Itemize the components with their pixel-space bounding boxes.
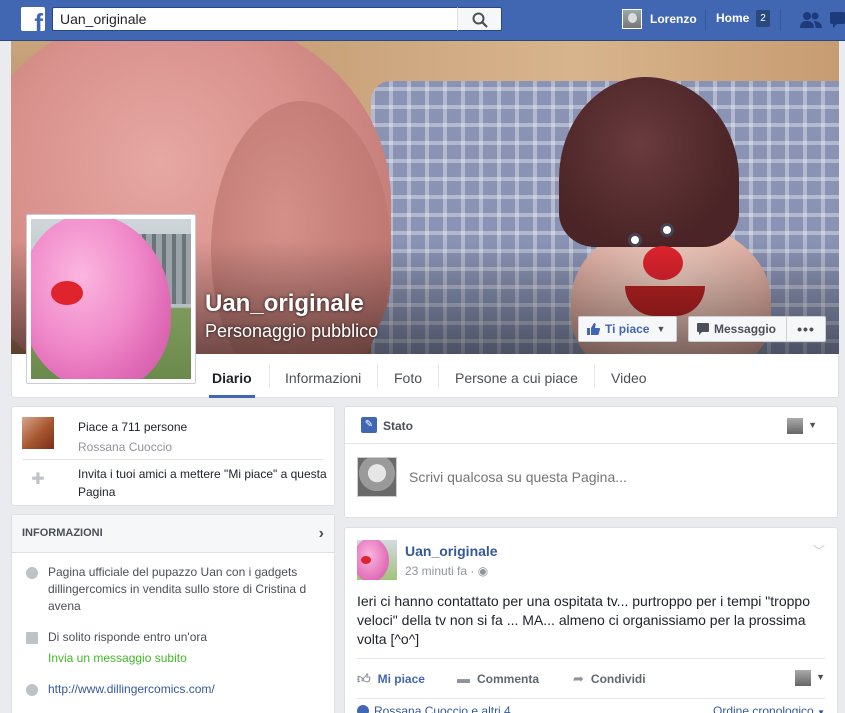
share-button[interactable]: ➦ Condividi [573, 671, 646, 687]
about-card: INFORMAZIONI › Pagina ufficiale del pupa… [11, 514, 335, 713]
about-header[interactable]: INFORMAZIONI › [12, 515, 334, 553]
post-author-avatar[interactable] [357, 540, 397, 580]
user-name: Lorenzo [650, 12, 697, 26]
message-label: Messaggio [714, 322, 777, 336]
divider [705, 9, 706, 31]
tab-diario[interactable]: Diario [212, 370, 252, 386]
chevron-right-icon[interactable]: › [319, 525, 324, 543]
invite-friends-icon: ✚ [31, 471, 45, 488]
search-icon [472, 12, 488, 28]
caret-down-icon: ▼ [656, 324, 666, 334]
post-likes[interactable]: Rossana Cuoccio e altri 4 [357, 704, 511, 713]
divider [269, 364, 270, 388]
like-post-button[interactable]: 👍︎ Mi piace [357, 671, 425, 687]
caret-down-icon[interactable]: ▼ [808, 420, 817, 430]
active-tab-indicator [209, 395, 255, 398]
chevron-down-icon[interactable]: ﹀ [813, 542, 825, 559]
message-icon [697, 323, 709, 335]
status-composer: ✎ Stato ▼ [344, 406, 838, 518]
like-reaction-icon [357, 705, 369, 713]
like-label: Mi piace [377, 672, 425, 686]
post-card: Uan_originale 23 minuti fa · ◉ ﹀ Ieri ci… [344, 527, 838, 713]
divider [438, 364, 439, 388]
more-options-button[interactable]: ••• [786, 316, 826, 342]
comment-order-label: Ordine cronologico [713, 704, 814, 713]
post-time: 23 minuti fa [405, 564, 468, 578]
profile-picture[interactable] [26, 214, 196, 384]
friend-avatar[interactable] [22, 417, 54, 449]
likes-card: Piace a 711 persone Rossana Cuoccio ✚ In… [11, 406, 335, 506]
chat-bubble-icon [26, 632, 38, 644]
home-link[interactable]: Home [716, 11, 749, 25]
page-category: Personaggio pubblico [205, 321, 379, 341]
divider [22, 459, 324, 460]
status-tab[interactable]: Stato [383, 419, 413, 433]
info-icon [26, 567, 38, 579]
message-button[interactable]: Messaggio [688, 316, 787, 342]
divider [377, 364, 378, 388]
messages-icon[interactable] [830, 12, 845, 28]
globe-icon [26, 684, 38, 696]
tab-video[interactable]: Video [611, 370, 647, 386]
friend-name[interactable]: Rossana Cuoccio [78, 437, 187, 457]
search-button[interactable] [457, 7, 502, 31]
cover-puppet-eye [660, 223, 674, 237]
response-time: Di solito risponde entro un'ora [48, 630, 208, 644]
tab-persone-a-cui-piace[interactable]: Persone a cui piace [455, 370, 578, 386]
invite-friends-link[interactable]: Invita i tuoi amici a mettere "Mi piace"… [78, 465, 334, 501]
like-page-button[interactable]: Ti piace ▼ [578, 316, 677, 342]
avatar [357, 457, 397, 497]
friend-requests-icon[interactable] [800, 11, 822, 29]
post-actions: 👍︎ Mi piace ▬ Commenta ➦ Condividi ▼ [357, 658, 825, 694]
globe-icon: · ◉ [470, 564, 489, 578]
comment-label: Commenta [477, 671, 540, 686]
comment-order-dropdown[interactable]: Ordine cronologico ▼ [713, 704, 825, 713]
pencil-icon: ✎ [361, 417, 377, 433]
profile-puppet-nose [51, 281, 83, 305]
home-badge: 2 [756, 10, 770, 27]
post-likes-bar: Rossana Cuoccio e altri 4 Ordine cronolo… [357, 698, 825, 713]
likes-count[interactable]: Piace a 711 persone [78, 417, 187, 437]
website-link[interactable]: http://www.dillingercomics.com/ [48, 681, 323, 698]
comment-icon: ▬ [457, 671, 470, 686]
caret-down-icon: ▼ [817, 708, 825, 713]
page-title: Uan_originale [205, 290, 364, 317]
caret-down-icon[interactable]: ▼ [816, 672, 825, 682]
avatar[interactable] [787, 418, 803, 434]
avatar[interactable] [795, 670, 811, 686]
avatar [622, 9, 642, 29]
send-message-link[interactable]: Invia un messaggio subito [48, 650, 323, 667]
post-likes-text: Rossana Cuoccio e altri 4 [374, 704, 511, 713]
tab-foto[interactable]: Foto [394, 370, 422, 386]
thumbs-up-icon: 👍︎ [357, 671, 371, 686]
status-input[interactable] [409, 469, 789, 485]
about-title: INFORMAZIONI [22, 527, 103, 539]
like-page-label: Ti piace [605, 322, 650, 336]
thumbs-up-icon [587, 323, 600, 335]
post-author[interactable]: Uan_originale [405, 543, 498, 559]
tab-informazioni[interactable]: Informazioni [285, 370, 361, 386]
comment-button[interactable]: ▬ Commenta [457, 671, 539, 686]
divider [594, 364, 595, 388]
share-label: Condividi [590, 672, 646, 686]
post-text: Ieri ci hanno contattato per una ospitat… [357, 593, 810, 647]
profile-link[interactable]: Lorenzo [622, 9, 697, 29]
post-timestamp[interactable]: 23 minuti fa · ◉ [405, 564, 488, 578]
top-bar: f Lorenzo Home 2 [0, 0, 845, 41]
search-input[interactable] [52, 7, 457, 31]
share-icon: ➦ [573, 671, 584, 686]
page-description: Pagina ufficiale del pupazzo Uan con i g… [48, 565, 307, 613]
facebook-logo-icon[interactable]: f [21, 7, 45, 31]
divider [780, 9, 781, 31]
